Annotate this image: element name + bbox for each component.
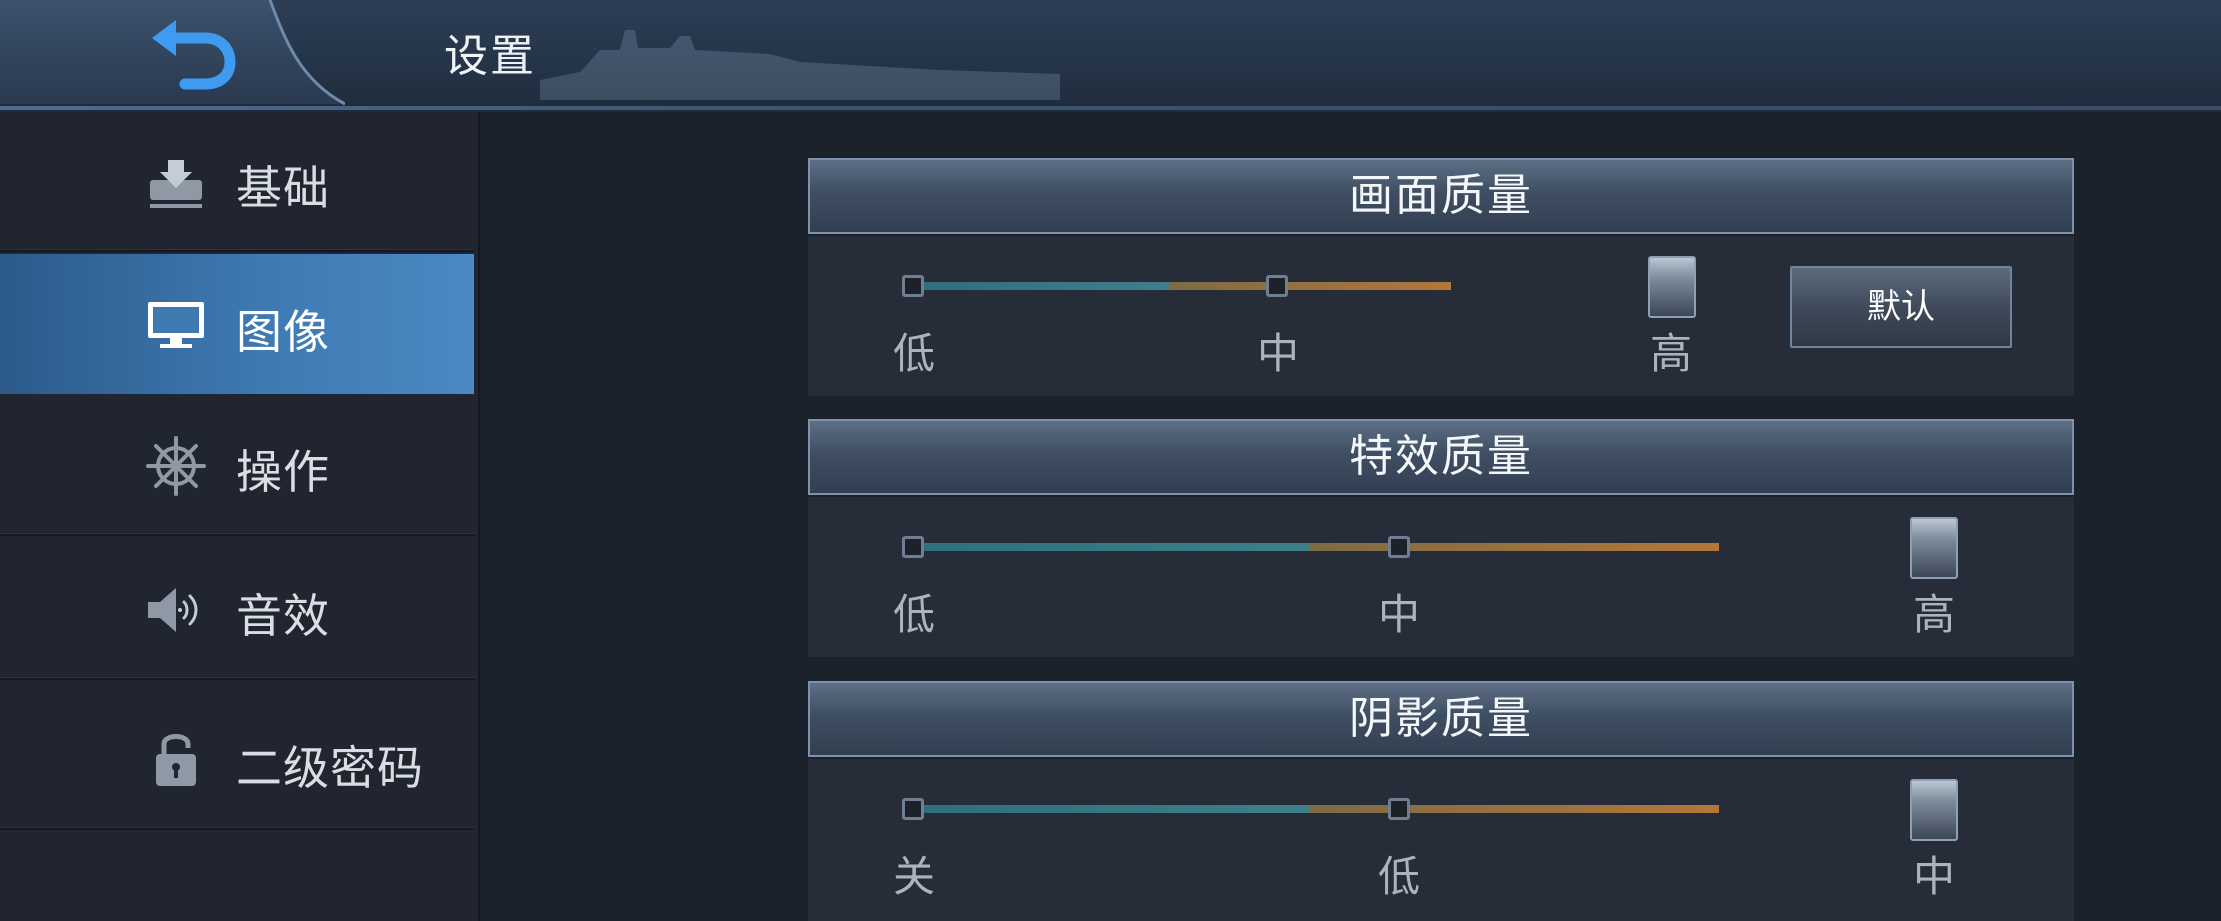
slider-stop[interactable] [1388, 798, 1410, 820]
slider-stop[interactable] [1388, 536, 1410, 558]
option-label: 低 [892, 329, 935, 378]
option-label: 关 [892, 852, 935, 901]
sidebar-separator [0, 678, 474, 680]
graphics-quality-section: 画面质量 低 中 高 默认 [808, 158, 2074, 396]
speaker-icon [148, 588, 198, 632]
slider-track-low [913, 543, 1309, 551]
sidebar-item-secondary-password[interactable]: 二级密码 [0, 684, 474, 830]
inbox-icon [150, 160, 202, 208]
lock-icon [156, 734, 196, 786]
back-button[interactable] [130, 8, 250, 98]
section-title: 画面质量 [1349, 170, 1533, 221]
option-label: 中 [1377, 590, 1420, 639]
sidebar-item-label: 基础 [236, 161, 330, 215]
sidebar-item-basic[interactable]: 基础 [0, 112, 474, 252]
section-body: 低 中 高 默认 [808, 236, 2074, 396]
section-body: 关 低 中 [808, 759, 2074, 921]
effects-quality-section: 特效质量 低 中 高 [808, 419, 2074, 657]
default-button[interactable]: 默认 [1790, 266, 2012, 348]
ship-wheel-icon [146, 436, 206, 496]
section-title: 特效质量 [1349, 431, 1533, 482]
slider-track-high [1309, 543, 1719, 551]
slider-thumb[interactable] [1910, 517, 1958, 579]
header-bar: 设置 [0, 0, 2221, 112]
sidebar-item-label: 二级密码 [236, 741, 424, 795]
shadow-quality-section: 阴影质量 关 低 中 [808, 681, 2074, 921]
slider-track-low [913, 282, 1169, 290]
section-title: 阴影质量 [1349, 693, 1533, 744]
sidebar-item-sound[interactable]: 音效 [0, 540, 474, 680]
option-label: 高 [1912, 590, 1955, 639]
sidebar-item-label: 音效 [236, 589, 330, 643]
slider-track-low [913, 805, 1309, 813]
sidebar-separator [0, 828, 474, 830]
slider-thumb[interactable] [1910, 779, 1958, 841]
slider-track-high [1169, 282, 1451, 290]
sidebar-item-label: 图像 [236, 305, 330, 359]
settings-screen: 设置 基础 图像 操作 音效 二级密码 画面质量 低 中 高 默认 特效质量 低… [0, 0, 2221, 921]
sidebar-item-controls[interactable]: 操作 [0, 396, 474, 536]
page-title: 设置 [444, 31, 536, 82]
slider-stop[interactable] [902, 798, 924, 820]
option-label: 高 [1649, 329, 1692, 378]
section-body: 低 中 高 [808, 497, 2074, 657]
monitor-icon [148, 302, 204, 348]
sidebar: 基础 图像 操作 音效 二级密码 [0, 112, 480, 921]
option-label: 中 [1912, 852, 1955, 901]
slider-thumb[interactable] [1648, 256, 1696, 318]
slider-stop[interactable] [1266, 275, 1288, 297]
slider-track-high [1309, 805, 1719, 813]
sidebar-separator [0, 534, 474, 536]
sidebar-separator [0, 250, 474, 252]
header-divider [0, 106, 2221, 110]
option-label: 低 [892, 590, 935, 639]
sidebar-item-label: 操作 [236, 445, 330, 499]
sidebar-item-graphics[interactable]: 图像 [0, 254, 474, 394]
option-label: 低 [1377, 852, 1420, 901]
back-arrow-icon [152, 20, 236, 90]
option-label: 中 [1256, 329, 1299, 378]
slider-stop[interactable] [902, 536, 924, 558]
slider-stop[interactable] [902, 275, 924, 297]
ship-silhouette-decoration [540, 30, 1060, 100]
